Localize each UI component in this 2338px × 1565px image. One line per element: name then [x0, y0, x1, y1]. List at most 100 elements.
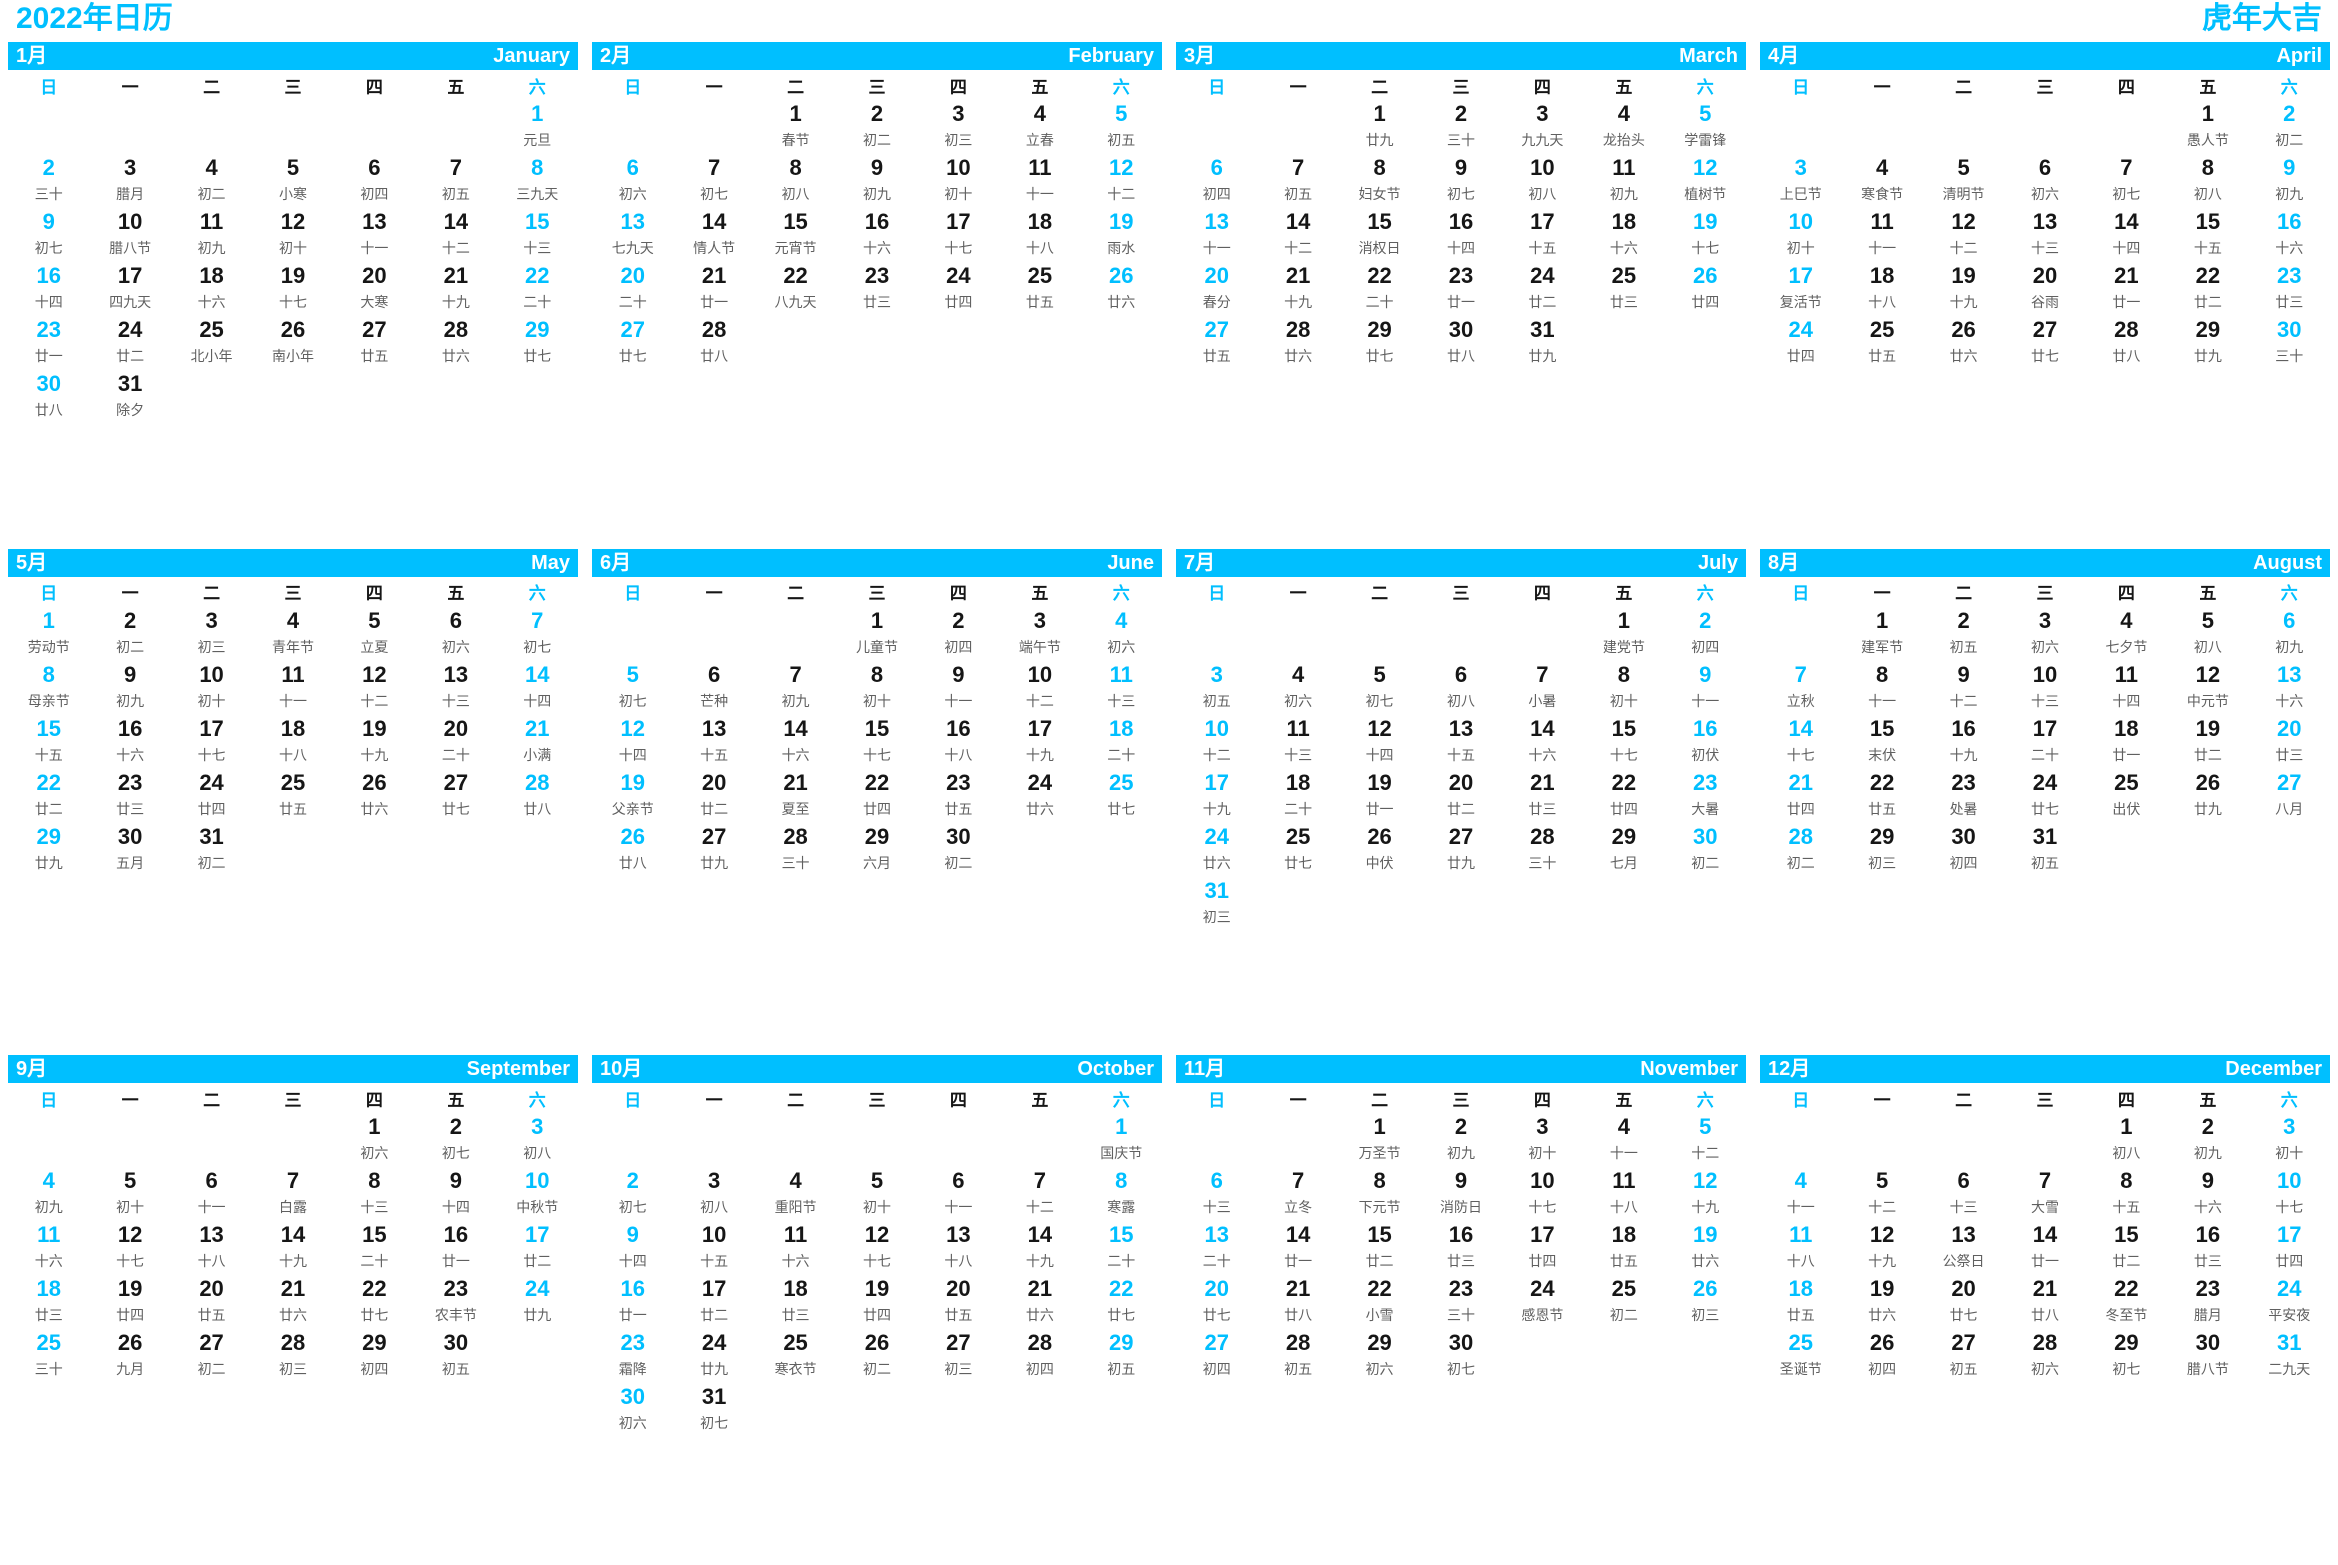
day-cell[interactable]: 13 — [592, 208, 673, 236]
day-cell[interactable]: 6 — [2249, 607, 2330, 635]
day-cell[interactable]: 28 — [252, 1329, 333, 1357]
day-cell[interactable]: 23 — [8, 316, 89, 344]
day-cell[interactable]: 1 — [2086, 1113, 2167, 1141]
day-cell[interactable]: 28 — [1502, 823, 1583, 851]
day-cell[interactable]: 15 — [836, 715, 917, 743]
day-cell[interactable]: 12 — [334, 661, 415, 689]
day-cell[interactable]: 7 — [497, 607, 578, 635]
day-cell[interactable]: 10 — [673, 1221, 754, 1249]
day-cell[interactable]: 29 — [1841, 823, 1922, 851]
day-cell[interactable]: 17 — [918, 208, 999, 236]
day-cell[interactable]: 12 — [1339, 715, 1420, 743]
day-cell[interactable]: 25 — [171, 316, 252, 344]
day-cell[interactable]: 26 — [836, 1329, 917, 1357]
day-cell[interactable]: 13 — [2004, 208, 2085, 236]
day-cell[interactable]: 24 — [918, 262, 999, 290]
day-cell[interactable]: 30 — [415, 1329, 496, 1357]
day-cell[interactable]: 27 — [171, 1329, 252, 1357]
day-cell[interactable]: 22 — [8, 769, 89, 797]
day-cell[interactable]: 11 — [1257, 715, 1338, 743]
day-cell[interactable]: 4 — [8, 1167, 89, 1195]
day-cell[interactable]: 26 — [89, 1329, 170, 1357]
day-cell[interactable]: 27 — [1176, 316, 1257, 344]
day-cell[interactable]: 28 — [415, 316, 496, 344]
day-cell[interactable]: 26 — [1665, 1275, 1746, 1303]
day-cell[interactable]: 8 — [1841, 661, 1922, 689]
day-cell[interactable]: 9 — [415, 1167, 496, 1195]
day-cell[interactable]: 13 — [673, 715, 754, 743]
day-cell[interactable]: 21 — [1257, 1275, 1338, 1303]
day-cell[interactable]: 5 — [1841, 1167, 1922, 1195]
day-cell[interactable]: 16 — [415, 1221, 496, 1249]
day-cell[interactable]: 8 — [1339, 154, 1420, 182]
day-cell[interactable]: 2 — [415, 1113, 496, 1141]
day-cell[interactable]: 10 — [89, 208, 170, 236]
day-cell[interactable]: 25 — [1583, 1275, 1664, 1303]
day-cell[interactable]: 16 — [8, 262, 89, 290]
day-cell[interactable]: 9 — [1923, 661, 2004, 689]
day-cell[interactable]: 12 — [1081, 154, 1162, 182]
day-cell[interactable]: 7 — [1257, 1167, 1338, 1195]
day-cell[interactable]: 22 — [334, 1275, 415, 1303]
day-cell[interactable]: 7 — [2086, 154, 2167, 182]
day-cell[interactable]: 11 — [755, 1221, 836, 1249]
day-cell[interactable]: 24 — [1176, 823, 1257, 851]
day-cell[interactable]: 25 — [1583, 262, 1664, 290]
day-cell[interactable]: 14 — [1257, 1221, 1338, 1249]
day-cell[interactable]: 12 — [89, 1221, 170, 1249]
day-cell[interactable]: 2 — [1665, 607, 1746, 635]
day-cell[interactable]: 10 — [999, 661, 1080, 689]
day-cell[interactable]: 12 — [592, 715, 673, 743]
day-cell[interactable]: 31 — [1176, 877, 1257, 905]
day-cell[interactable]: 4 — [171, 154, 252, 182]
day-cell[interactable]: 10 — [2249, 1167, 2330, 1195]
day-cell[interactable]: 15 — [1339, 208, 1420, 236]
day-cell[interactable]: 2 — [8, 154, 89, 182]
day-cell[interactable]: 3 — [1176, 661, 1257, 689]
day-cell[interactable]: 4 — [1583, 1113, 1664, 1141]
day-cell[interactable]: 25 — [2086, 769, 2167, 797]
day-cell[interactable]: 26 — [2167, 769, 2248, 797]
day-cell[interactable]: 7 — [415, 154, 496, 182]
day-cell[interactable]: 27 — [2249, 769, 2330, 797]
day-cell[interactable]: 16 — [1665, 715, 1746, 743]
day-cell[interactable]: 6 — [1420, 661, 1501, 689]
day-cell[interactable]: 2 — [1420, 100, 1501, 128]
day-cell[interactable]: 28 — [497, 769, 578, 797]
day-cell[interactable]: 11 — [1583, 154, 1664, 182]
day-cell[interactable]: 8 — [755, 154, 836, 182]
day-cell[interactable]: 8 — [1583, 661, 1664, 689]
day-cell[interactable]: 28 — [1760, 823, 1841, 851]
day-cell[interactable]: 9 — [2167, 1167, 2248, 1195]
day-cell[interactable]: 2 — [2167, 1113, 2248, 1141]
day-cell[interactable]: 16 — [89, 715, 170, 743]
day-cell[interactable]: 27 — [673, 823, 754, 851]
day-cell[interactable]: 22 — [2086, 1275, 2167, 1303]
day-cell[interactable]: 9 — [592, 1221, 673, 1249]
day-cell[interactable]: 15 — [2167, 208, 2248, 236]
day-cell[interactable]: 17 — [999, 715, 1080, 743]
day-cell[interactable]: 20 — [1176, 1275, 1257, 1303]
day-cell[interactable]: 1 — [334, 1113, 415, 1141]
day-cell[interactable]: 8 — [836, 661, 917, 689]
day-cell[interactable]: 7 — [1502, 661, 1583, 689]
day-cell[interactable]: 14 — [755, 715, 836, 743]
day-cell[interactable]: 30 — [89, 823, 170, 851]
day-cell[interactable]: 18 — [171, 262, 252, 290]
day-cell[interactable]: 13 — [1176, 208, 1257, 236]
day-cell[interactable]: 24 — [1502, 1275, 1583, 1303]
day-cell[interactable]: 24 — [171, 769, 252, 797]
day-cell[interactable]: 19 — [1841, 1275, 1922, 1303]
day-cell[interactable]: 22 — [1339, 1275, 1420, 1303]
day-cell[interactable]: 23 — [1923, 769, 2004, 797]
day-cell[interactable]: 24 — [1502, 262, 1583, 290]
day-cell[interactable]: 25 — [755, 1329, 836, 1357]
day-cell[interactable]: 4 — [1257, 661, 1338, 689]
day-cell[interactable]: 24 — [673, 1329, 754, 1357]
day-cell[interactable]: 17 — [2249, 1221, 2330, 1249]
day-cell[interactable]: 6 — [171, 1167, 252, 1195]
day-cell[interactable]: 4 — [2086, 607, 2167, 635]
day-cell[interactable]: 30 — [1420, 1329, 1501, 1357]
day-cell[interactable]: 18 — [2086, 715, 2167, 743]
day-cell[interactable]: 29 — [836, 823, 917, 851]
